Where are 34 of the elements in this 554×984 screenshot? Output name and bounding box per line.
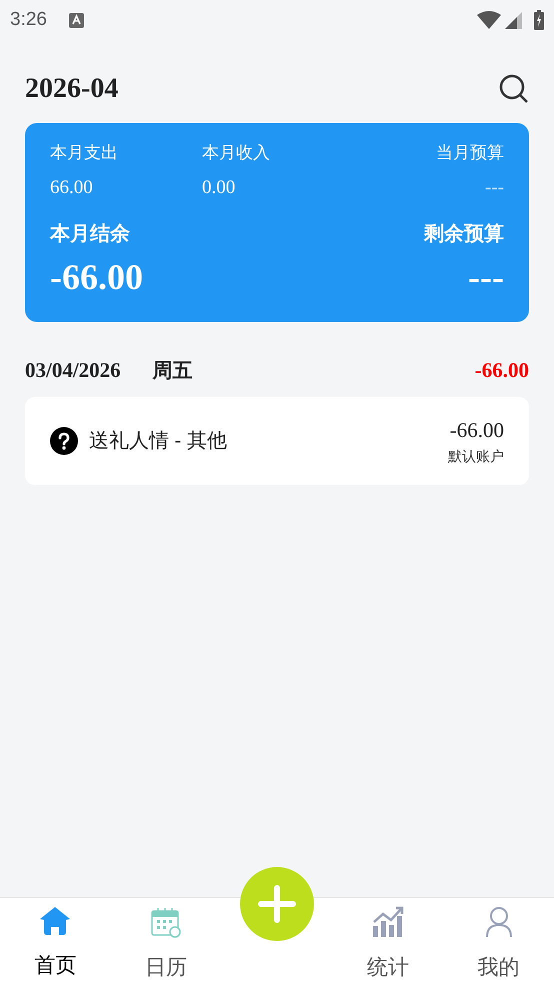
battery-icon (534, 10, 544, 30)
keyboard-icon (68, 12, 84, 28)
day-weekday: 周五 (152, 359, 193, 384)
nav-tab[interactable]: 我的 (478, 898, 520, 984)
summary-value: 0.00 (202, 176, 236, 200)
transaction-title: 送礼人情 - 其他 (89, 429, 227, 454)
day-date: 03/04/2026 (25, 357, 121, 384)
signal-icon (505, 12, 522, 28)
wifi-icon (477, 11, 501, 29)
summary-value: 66.00 (50, 176, 93, 200)
summary-label: 当月预算 (436, 142, 504, 164)
summary-label: 剩余预算 (424, 222, 504, 246)
day-total: -66.00 (474, 357, 529, 384)
bar-chart-icon (372, 906, 404, 938)
user-icon (484, 906, 513, 938)
transaction-amount: -66.00 (450, 416, 504, 444)
account-name: 默认账户 (448, 447, 504, 466)
nav-tab[interactable]: 首页 (34, 898, 76, 982)
summary-label: 本月支出 (50, 142, 118, 164)
nav-tab[interactable]: 统计 (366, 898, 409, 984)
transaction-item[interactable]: 送礼人情 - 其他 -66.00 默认账户 (25, 397, 529, 485)
plus-icon (258, 885, 296, 923)
status-time: 3:26 (10, 8, 47, 32)
help-icon (50, 427, 78, 455)
calendar-icon (150, 906, 182, 938)
home-icon (39, 906, 72, 936)
summary-value: --- (468, 256, 504, 298)
summary-value: -66.00 (50, 256, 143, 298)
nav-tab[interactable]: 日历 (145, 898, 188, 984)
summary-label: 本月收入 (202, 142, 270, 164)
search-icon[interactable] (499, 74, 529, 104)
summary-label: 本月结余 (50, 222, 130, 246)
month-title: 2026-04 (25, 72, 118, 106)
summary-value: --- (485, 176, 504, 200)
